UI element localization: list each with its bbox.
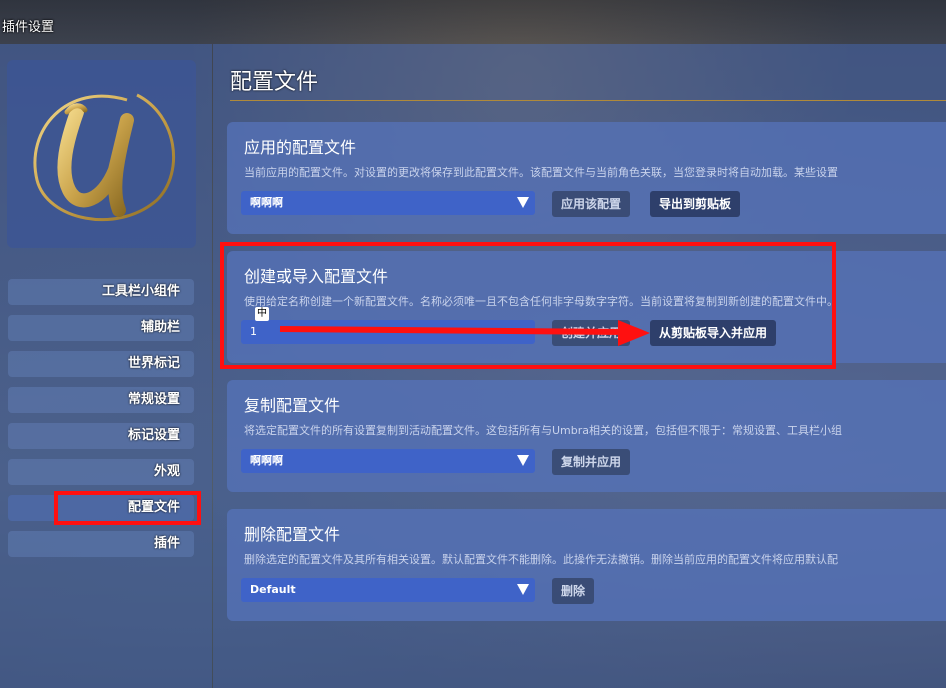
annotation-arrow-icon — [279, 320, 650, 346]
